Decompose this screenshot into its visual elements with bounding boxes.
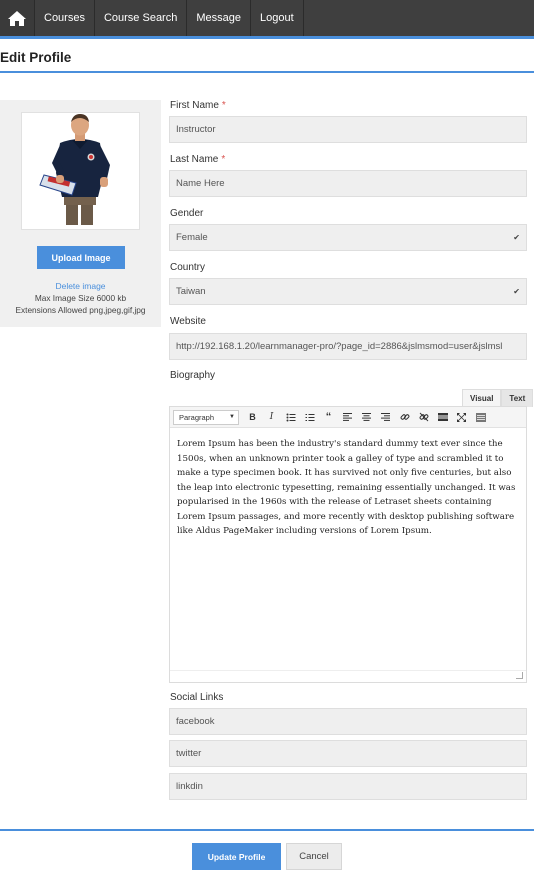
fullscreen-icon[interactable]	[452, 410, 471, 425]
nav-logout[interactable]: Logout	[251, 0, 304, 36]
gender-select-value: Female	[176, 232, 208, 243]
blockquote-icon[interactable]: “	[319, 410, 338, 425]
profile-photo	[21, 112, 140, 230]
upload-image-button[interactable]: Upload Image	[37, 246, 125, 269]
numbered-list-icon[interactable]	[300, 410, 319, 425]
chevron-down-icon: ✔	[513, 287, 520, 296]
nav-message[interactable]: Message	[187, 0, 251, 36]
biography-editor: Paragraph ▼ B I “ Lorem Ipsum has been t…	[169, 406, 527, 683]
editor-mode-tabs: Visual Text	[462, 389, 534, 407]
person-photo-image	[22, 113, 139, 229]
chevron-down-icon: ▼	[229, 414, 235, 420]
country-label: Country	[170, 262, 206, 273]
allowed-extensions-note: Extensions Allowed png,jpeg,gif,jpg	[15, 305, 146, 315]
country-select-value: Taiwan	[176, 286, 206, 297]
align-center-icon[interactable]	[357, 410, 376, 425]
required-marker: *	[221, 100, 226, 111]
read-more-icon[interactable]	[433, 410, 452, 425]
last-name-label: Last Name *	[170, 154, 225, 165]
format-select-value: Paragraph	[179, 412, 215, 422]
required-marker: *	[221, 154, 226, 165]
chevron-down-icon: ✔	[513, 233, 520, 242]
facebook-field[interactable]: facebook	[169, 708, 527, 735]
biography-label: Biography	[170, 370, 216, 381]
tab-text[interactable]: Text	[501, 389, 534, 407]
align-right-icon[interactable]	[376, 410, 395, 425]
website-field[interactable]: http://192.168.1.20/learnmanager-pro/?pa…	[169, 333, 527, 360]
home-button[interactable]	[0, 0, 35, 36]
link-icon[interactable]	[395, 410, 414, 425]
social-links-label: Social Links	[170, 692, 224, 703]
title-divider	[0, 71, 534, 73]
website-label: Website	[170, 316, 206, 327]
gender-select[interactable]: Female ✔	[169, 224, 527, 251]
bullet-list-icon[interactable]	[281, 410, 300, 425]
editor-status-bar	[170, 670, 526, 682]
linkedin-field[interactable]: linkdin	[169, 773, 527, 800]
toolbar-toggle-icon[interactable]	[471, 410, 490, 425]
nav-accent-bar	[0, 36, 534, 39]
update-profile-button[interactable]: Update Profile	[192, 843, 281, 870]
gender-label: Gender	[170, 208, 204, 219]
italic-icon[interactable]: I	[262, 410, 281, 425]
cancel-button[interactable]: Cancel	[286, 843, 342, 870]
align-left-icon[interactable]	[338, 410, 357, 425]
delete-image-link[interactable]: Delete image	[0, 281, 161, 291]
last-name-field[interactable]: Name Here	[169, 170, 527, 197]
first-name-label-text: First Name	[170, 100, 219, 111]
first-name-label: First Name *	[170, 100, 226, 111]
country-select[interactable]: Taiwan ✔	[169, 278, 527, 305]
top-navigation: Courses Course Search Message Logout	[0, 0, 534, 36]
max-image-size-note: Max Image Size 6000 kb	[34, 293, 127, 303]
resize-handle-icon[interactable]	[516, 672, 523, 679]
format-select[interactable]: Paragraph ▼	[173, 409, 239, 425]
nav-courses[interactable]: Courses	[35, 0, 95, 36]
page-title: Edit Profile	[0, 50, 72, 65]
biography-text[interactable]: Lorem Ipsum has been the industry's stan…	[170, 428, 526, 539]
last-name-label-text: Last Name	[170, 154, 219, 165]
tab-visual[interactable]: Visual	[462, 389, 502, 407]
editor-toolbar: Paragraph ▼ B I “	[170, 407, 526, 428]
twitter-field[interactable]: twitter	[169, 740, 527, 767]
profile-image-panel: Upload Image Delete image Max Image Size…	[0, 100, 161, 327]
bottom-divider	[0, 829, 534, 831]
unlink-icon[interactable]	[414, 410, 433, 425]
home-icon	[8, 10, 26, 26]
first-name-field[interactable]: Instructor	[169, 116, 527, 143]
nav-course-search[interactable]: Course Search	[95, 0, 188, 36]
bold-icon[interactable]: B	[243, 410, 262, 425]
